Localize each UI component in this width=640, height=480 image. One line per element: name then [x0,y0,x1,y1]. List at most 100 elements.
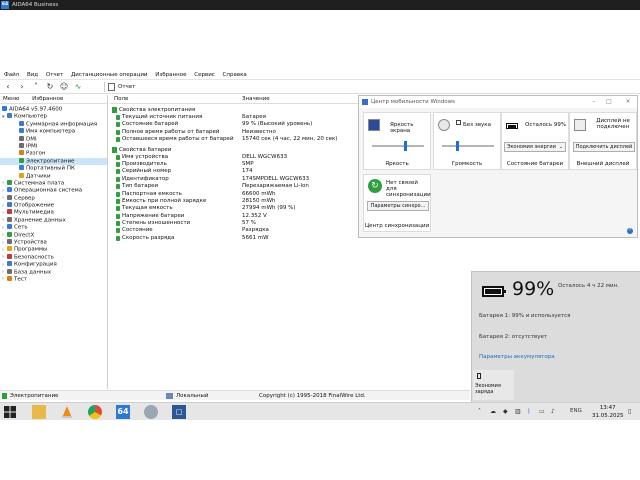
up-arrow-icon[interactable]: ˄ [30,81,42,93]
vlc-icon[interactable] [60,405,74,419]
report-row[interactable]: Оставшееся время работы от батарей 15740 … [110,136,358,143]
tree-item[interactable]: Портативный ПК [0,165,107,172]
maximize-icon[interactable]: □ [602,96,616,108]
language-indicator[interactable]: ENG [570,408,582,414]
tree-item[interactable]: › Безопасность [0,253,107,261]
tree-item[interactable]: › Операционная система [0,187,107,194]
menu-favorites[interactable]: Избранное [155,72,186,78]
report-row[interactable]: Паспортная емкость 66600 mWh [110,191,358,198]
tree-item[interactable]: DMI [0,135,107,143]
tree-item[interactable]: › Хранение данных [0,216,107,224]
tree-item-label: DMI [26,136,37,143]
tree-item[interactable]: › Конфигурация [0,261,107,268]
network-icon[interactable]: ▥ [515,408,521,415]
notifications-icon[interactable]: ▯ [628,408,631,415]
chrome-icon[interactable] [88,405,102,419]
menu-help[interactable]: Справка [223,72,247,78]
tree-item[interactable]: › DirectX [0,231,107,239]
field-value: Неизвестно [242,128,276,135]
minimize-icon[interactable]: – [587,96,601,108]
report-row[interactable]: Состояние батарей 99 % (Высокий уровень) [110,121,358,128]
taskbar-clock[interactable]: 13:47 31.05.2025 [592,404,624,420]
volume-tray-icon[interactable]: ♪ [551,408,555,415]
tree-root-label: AIDA64 v5.97.4600 [9,106,63,113]
tree-item[interactable]: › Системная плата [0,179,107,187]
tab-menu[interactable]: Меню [3,96,19,102]
tree-item[interactable]: Разгон [0,150,107,157]
mute-checkbox[interactable] [456,120,461,125]
field-name: Оставшееся время работы от батарей [122,136,234,143]
mobility-center-taskbar-icon[interactable]: □ [172,405,186,419]
forward-arrow-icon[interactable]: › [16,81,28,93]
brightness-slider[interactable] [372,141,424,151]
volume-slider-thumb[interactable] [456,141,459,151]
column-value-header[interactable]: Значение [242,95,270,104]
tree-item[interactable]: Имя компьютера [0,128,107,135]
tree-item[interactable]: Электропитание [0,157,107,166]
tab-favorites[interactable]: Избранное [32,96,63,102]
report-row[interactable]: Напряжение батареи 12.352 V [110,213,358,220]
battery-caption: Состояние батареи [506,161,564,167]
help-icon[interactable]: ? [627,228,633,234]
file-explorer-icon[interactable] [32,405,46,419]
tree-item-icon [19,165,24,171]
tree-item[interactable]: IPMI [0,142,107,150]
power-plan-select[interactable]: Экономия энергии ⌄ [504,142,566,152]
report-row[interactable]: Емкость при полной зарядке 28150 mWh [110,198,358,205]
field-name: Паспортная емкость [122,190,182,197]
tree-root[interactable]: AIDA64 v5.97.4600 [0,106,107,113]
refresh-icon[interactable]: ↻ [44,81,56,93]
connect-display-button[interactable]: Подключить дисплей [573,142,635,152]
menu-tools[interactable]: Сервис [194,72,215,78]
column-field-header[interactable]: Поле [114,95,128,104]
tree-item[interactable]: Суммарная информация [0,120,107,128]
field-name: Тип батареи [122,183,159,190]
report-row[interactable]: Скорость разряда 5661 mW [110,235,358,242]
tree-item[interactable]: › Мультимедиа [0,209,107,216]
tree-item[interactable]: › Сеть [0,224,107,231]
report-row[interactable]: Состояние Разрядка [110,227,358,234]
battery-tray-icon[interactable]: ▭ [539,408,545,415]
tree-item[interactable]: › Отображение [0,202,107,209]
report-row[interactable]: Серийный номер 174 [110,168,358,175]
tree-item[interactable]: › Тест [0,275,107,283]
row-icon [116,129,120,135]
tray-arrow-icon[interactable]: ˄ [478,408,481,415]
menu-view[interactable]: Вид [27,72,38,78]
report-row[interactable]: Идентификатор 174SMPDELL WGCW633 [110,176,358,183]
report-row[interactable]: Имя устройства DELL WGCW633 [110,154,358,161]
tray-app-icon[interactable]: ◆ [503,408,508,415]
user-icon[interactable]: ☺ [58,81,70,93]
field-value: 66600 mWh [242,190,276,197]
menu-remote[interactable]: Дистанционные операции [71,72,148,78]
row-icon [116,161,120,167]
menu-file[interactable]: Файл [4,72,19,78]
close-icon[interactable]: ✕ [621,96,635,108]
graph-icon[interactable]: ∿ [72,81,84,93]
tree-item[interactable]: › Сервер [0,194,107,202]
tree-item[interactable]: › Программы [0,246,107,253]
battery-settings-link[interactable]: Параметры аккумулятора [479,354,555,360]
brightness-slider-thumb[interactable] [404,141,407,151]
menu-report[interactable]: Отчет [46,72,63,78]
report-row[interactable]: Текущая емкость 27994 mWh (99 %) [110,205,358,212]
sync-settings-button[interactable]: Параметры синхро... [367,201,429,211]
report-row[interactable]: Степень изношенности 57 % [110,220,358,227]
report-row[interactable]: Тип батареи Перезаряжаемая Li-Ion [110,183,358,190]
tree-item[interactable]: › База данных [0,268,107,276]
tree-item[interactable]: Датчики [0,172,107,180]
report-button[interactable]: Отчет [108,81,135,93]
battery-saver-tile[interactable]: Экономия заряда [473,370,514,400]
aida64-taskbar-icon[interactable]: 64 [116,405,130,419]
app-icon[interactable] [144,405,158,419]
report-button-label: Отчет [118,84,136,90]
tree-item-label: База данных [14,269,52,276]
field-value: 174 [242,168,253,175]
back-arrow-icon[interactable]: ‹ [2,81,14,93]
windows-start-icon[interactable] [4,406,16,418]
onedrive-icon[interactable]: ☁ [490,408,496,415]
volume-slider[interactable] [442,141,494,151]
tree-item[interactable]: ▾ Компьютер [0,113,107,120]
bluetooth-icon[interactable]: ᛒ [527,408,531,415]
tree-item[interactable]: › Устройства [0,239,107,246]
